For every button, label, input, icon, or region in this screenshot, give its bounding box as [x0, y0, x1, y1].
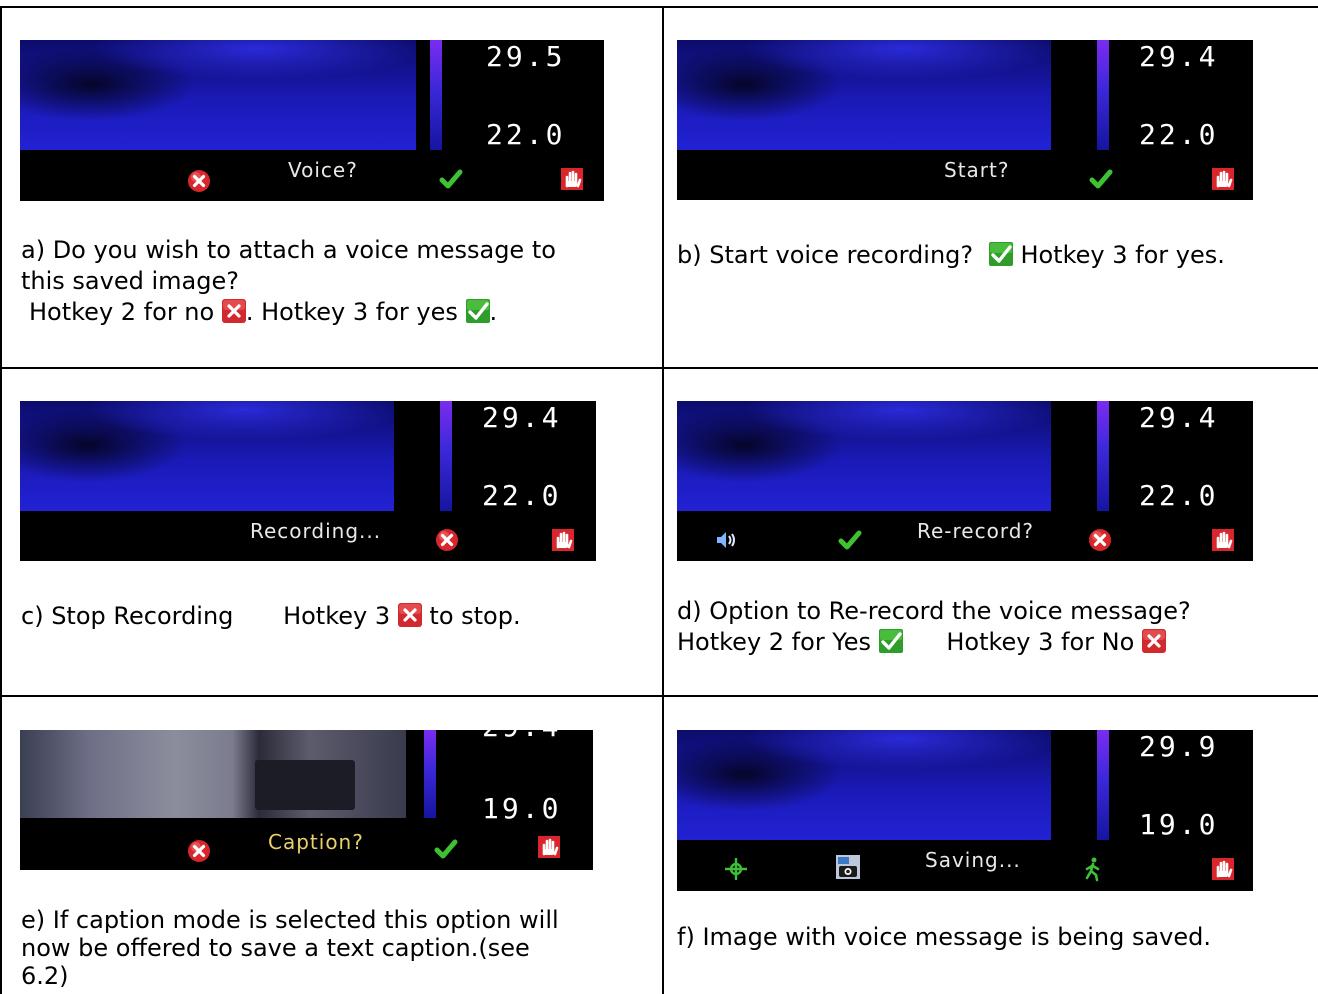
- camera-screen-b: 29.4 22.0 Start?: [677, 40, 1253, 200]
- caption-a-line1: a) Do you wish to attach a voice message…: [21, 236, 556, 264]
- caption-d-line2: Hotkey 2 for Yes Hotkey 3 for No: [677, 627, 1317, 658]
- separator: .: [245, 298, 262, 326]
- caption-d-no-text: Hotkey 3 for No: [946, 628, 1135, 656]
- check-icon: [879, 629, 903, 653]
- caption-c: c) Stop Recording Hotkey 3 to stop.: [21, 601, 651, 632]
- camera-screen-e: 29.4 19.0 Caption?: [20, 730, 593, 870]
- cross-icon: [186, 838, 212, 864]
- screen-prompt: Saving...: [925, 848, 1021, 872]
- caption-d-yes-text: Hotkey 2 for Yes: [677, 628, 872, 656]
- caption-a: a) Do you wish to attach a voice message…: [21, 235, 651, 328]
- period: .: [489, 298, 498, 326]
- check-icon: [466, 299, 490, 323]
- max-temperature: 29.4: [1139, 40, 1219, 73]
- check-icon: [433, 836, 459, 862]
- table-border-top: [0, 6, 1318, 8]
- temperature-scale-bar: [430, 40, 442, 150]
- cross-icon: [1142, 629, 1166, 653]
- temperature-scale-bar: [1097, 40, 1109, 150]
- table-row-divider: [0, 695, 1318, 697]
- table-border-left: [0, 6, 2, 994]
- stop-hand-icon: [1210, 166, 1236, 192]
- min-temperature: 22.0: [482, 479, 562, 512]
- camera-screen-c: 29.4 22.0 Recording...: [20, 401, 596, 561]
- cross-icon: [434, 527, 460, 553]
- screen-prompt: Caption?: [268, 830, 364, 854]
- thermal-image: [677, 40, 1051, 150]
- caption-a-line2: this saved image?: [21, 267, 239, 295]
- caption-c-action: to stop.: [429, 602, 521, 630]
- crosshair-icon: [723, 856, 749, 882]
- stop-hand-icon: [550, 527, 576, 553]
- caption-f-text: f) Image with voice message is being sav…: [677, 923, 1211, 951]
- table-row-divider: [0, 367, 1318, 369]
- min-temperature: 22.0: [1139, 118, 1219, 151]
- caption-b-hotkey: Hotkey 3 for yes.: [1020, 241, 1225, 269]
- screen-prompt: Re-record?: [917, 519, 1035, 543]
- caption-e-line3: 6.2): [21, 962, 69, 990]
- camera-save-icon: [835, 854, 861, 880]
- stop-hand-icon: [1210, 527, 1236, 553]
- check-icon: [1088, 166, 1114, 192]
- cross-icon: [222, 299, 246, 323]
- max-temperature: 29.4: [482, 401, 562, 434]
- max-temperature: 29.9: [1139, 730, 1219, 763]
- cross-icon: [1087, 527, 1113, 553]
- stop-hand-icon: [536, 834, 562, 860]
- thermal-image: [20, 40, 416, 150]
- caption-c-text: c) Stop Recording: [21, 602, 234, 630]
- stop-hand-icon: [559, 166, 585, 192]
- cross-icon: [398, 603, 422, 627]
- thermal-image: [20, 401, 394, 511]
- thermal-image: [677, 401, 1051, 511]
- min-temperature: 19.0: [1139, 808, 1219, 841]
- camera-screen-f: 29.9 19.0 Saving...: [677, 730, 1253, 891]
- cross-icon: [186, 168, 212, 194]
- screen-prompt: Recording...: [250, 519, 382, 543]
- caption-c-hotkey: Hotkey 3: [283, 602, 391, 630]
- caption-b: b) Start voice recording? Hotkey 3 for y…: [677, 240, 1317, 271]
- min-temperature: 19.0: [482, 792, 562, 825]
- screen-prompt: Voice?: [288, 158, 358, 182]
- hotkey-yes-text: Hotkey 3 for yes: [261, 298, 458, 326]
- camera-screen-d: 29.4 22.0 Re-record?: [677, 401, 1253, 561]
- hotkey-no-text: Hotkey 2 for no: [29, 298, 215, 326]
- max-temperature: 29.4: [482, 730, 561, 743]
- visual-photo-image: [20, 730, 406, 818]
- caption-e-line2: now be offered to save a text caption.(s…: [21, 934, 530, 962]
- speaker-icon: [713, 527, 739, 553]
- screen-prompt: Start?: [944, 158, 1010, 182]
- caption-d: d) Option to Re-record the voice message…: [677, 596, 1317, 658]
- camera-screen-a: 29.5 22.0 Voice?: [20, 40, 604, 201]
- check-icon: [989, 242, 1013, 266]
- min-temperature: 22.0: [486, 118, 566, 151]
- table-column-divider: [662, 6, 664, 994]
- temperature-scale-bar: [424, 730, 436, 818]
- check-icon: [837, 527, 863, 553]
- stop-hand-icon: [1210, 856, 1236, 882]
- temperature-scale-bar: [1097, 730, 1109, 840]
- caption-a-hotkeys: Hotkey 2 for no . Hotkey 3 for yes .: [21, 297, 651, 328]
- caption-b-text: b) Start voice recording?: [677, 241, 974, 269]
- max-temperature: 29.5: [486, 40, 566, 73]
- max-temperature: 29.4: [1139, 401, 1219, 434]
- figure-table: 29.5 22.0 Voice? a) Do you wish to attac…: [0, 0, 1318, 994]
- check-icon: [438, 166, 464, 192]
- temperature-scale-bar: [440, 401, 452, 511]
- walking-person-icon: [1080, 856, 1106, 882]
- thermal-image: [677, 730, 1051, 840]
- caption-d-line1: d) Option to Re-record the voice message…: [677, 597, 1191, 625]
- caption-f: f) Image with voice message is being sav…: [677, 922, 1317, 953]
- min-temperature: 22.0: [1139, 479, 1219, 512]
- temperature-scale-bar: [1097, 401, 1109, 511]
- caption-e-line1: e) If caption mode is selected this opti…: [21, 906, 559, 934]
- caption-e: e) If caption mode is selected this opti…: [21, 906, 651, 990]
